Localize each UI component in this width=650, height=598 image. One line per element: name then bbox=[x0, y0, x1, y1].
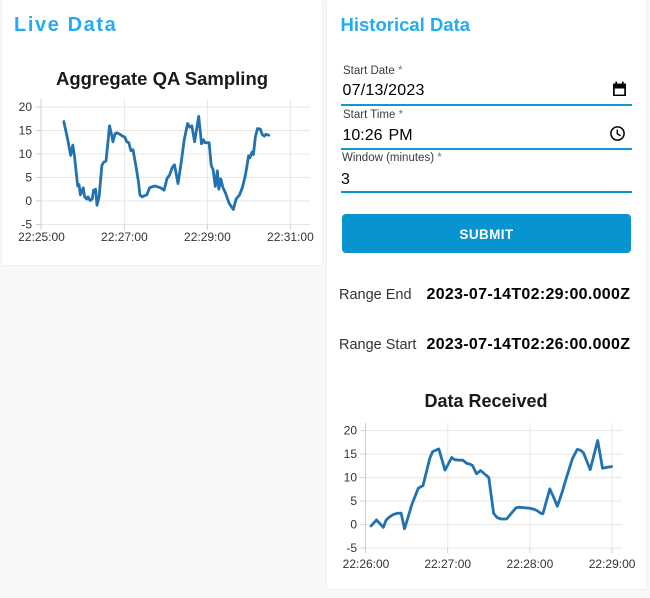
svg-text:5: 5 bbox=[350, 494, 357, 508]
svg-text:Aggregate QA Sampling: Aggregate QA Sampling bbox=[56, 68, 268, 89]
svg-text:5: 5 bbox=[25, 171, 32, 185]
svg-text:22:25:00: 22:25:00 bbox=[18, 230, 65, 244]
svg-text:15: 15 bbox=[19, 124, 33, 138]
svg-text:20: 20 bbox=[19, 100, 33, 114]
svg-text:22:26:00: 22:26:00 bbox=[343, 557, 390, 571]
svg-text:22:28:00: 22:28:00 bbox=[507, 557, 554, 571]
svg-text:22:27:00: 22:27:00 bbox=[101, 230, 148, 244]
svg-text:0: 0 bbox=[350, 518, 357, 532]
svg-text:10: 10 bbox=[19, 147, 33, 161]
svg-text:10: 10 bbox=[344, 471, 358, 485]
svg-text:-5: -5 bbox=[346, 541, 357, 555]
svg-text:20: 20 bbox=[344, 424, 358, 438]
svg-text:22:29:00: 22:29:00 bbox=[589, 557, 636, 571]
svg-text:22:31:00: 22:31:00 bbox=[267, 230, 314, 244]
svg-text:0: 0 bbox=[25, 194, 32, 208]
svg-text:Data Received: Data Received bbox=[424, 391, 547, 411]
svg-text:22:29:00: 22:29:00 bbox=[184, 230, 231, 244]
svg-text:15: 15 bbox=[344, 447, 358, 461]
svg-text:22:27:00: 22:27:00 bbox=[424, 557, 471, 571]
